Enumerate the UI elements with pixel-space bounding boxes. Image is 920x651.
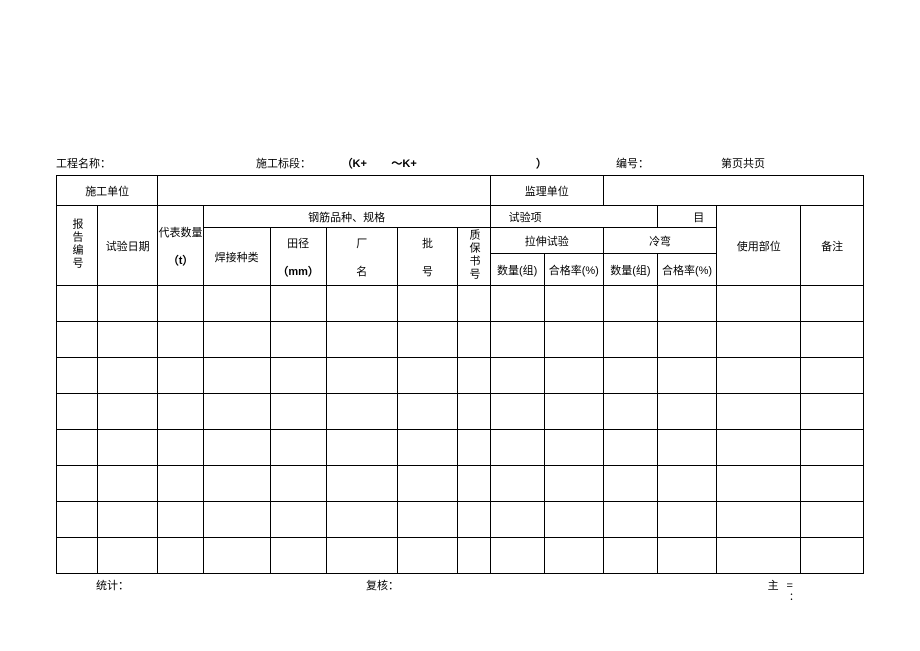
rep-qty: 代表数量 （t） [158,206,203,286]
qc-cert: 质保书号 [458,228,490,286]
data-row [57,538,864,574]
data-row [57,466,864,502]
data-row [57,286,864,322]
tensile: 拉伸试验 [490,228,603,254]
page-label: 第页共页 [721,155,765,171]
data-row [57,358,864,394]
report-no: 报告编号 [57,206,98,286]
header-line: 工程名称： 施工标段： （K+ ～K+ ） 编号： 第页共页 [56,155,864,171]
k-to: ～K+ [391,158,416,170]
close-paren: ） [536,155,616,171]
tensile-qty: 数量(组) [490,254,544,286]
k-from: （K+ [342,158,367,170]
footer-colon: ： [56,593,864,603]
main-table: 施工单位 监理单位 报告编号 试验日期 代表数量 （t） 钢筋品种、规格 试验项… [56,175,864,574]
tensile-rate: 合格率(%) [544,254,603,286]
bend-rate: 合格率(%) [657,254,716,286]
cold-bend: 冷弯 [603,228,716,254]
bend-qty: 数量(组) [603,254,657,286]
use-part: 使用部位 [717,206,801,286]
supervision-unit-label: 监理单位 [490,176,603,206]
row-units: 施工单位 监理单位 [57,176,864,206]
data-row [57,430,864,466]
data-row [57,394,864,430]
footer-line: 统计： 复核： 主= [56,577,864,593]
rebar-spec: 钢筋品种、规格 [203,206,490,228]
section-label: 施工标段： （K+ ～K+ [256,155,536,171]
remark: 备注 [801,206,864,286]
construction-unit-value [158,176,490,206]
diameter: 田径 （mm） [270,228,326,286]
project-label: 工程名称： [56,155,256,171]
test-item: 试验项 [490,206,657,228]
construction-unit-label: 施工单位 [57,176,158,206]
footer-check: 复核： [366,577,696,593]
factory: 厂 名 [326,228,397,286]
section-text: 施工标段： [256,158,311,170]
header-row-1: 报告编号 试验日期 代表数量 （t） 钢筋品种、规格 试验项 目 使用部位 备注 [57,206,864,228]
weld-type: 焊接种类 [203,228,270,286]
batch: 批 号 [397,228,457,286]
footer-stat: 统计： [56,577,366,593]
footer-main: 主= [696,577,864,593]
test-date: 试验日期 [97,206,157,286]
supervision-unit-value [603,176,863,206]
page-container: 工程名称： 施工标段： （K+ ～K+ ） 编号： 第页共页 [0,0,920,603]
test-item-end: 目 [657,206,716,228]
data-row [57,322,864,358]
number-label: 编号： [616,155,721,171]
data-row [57,502,864,538]
